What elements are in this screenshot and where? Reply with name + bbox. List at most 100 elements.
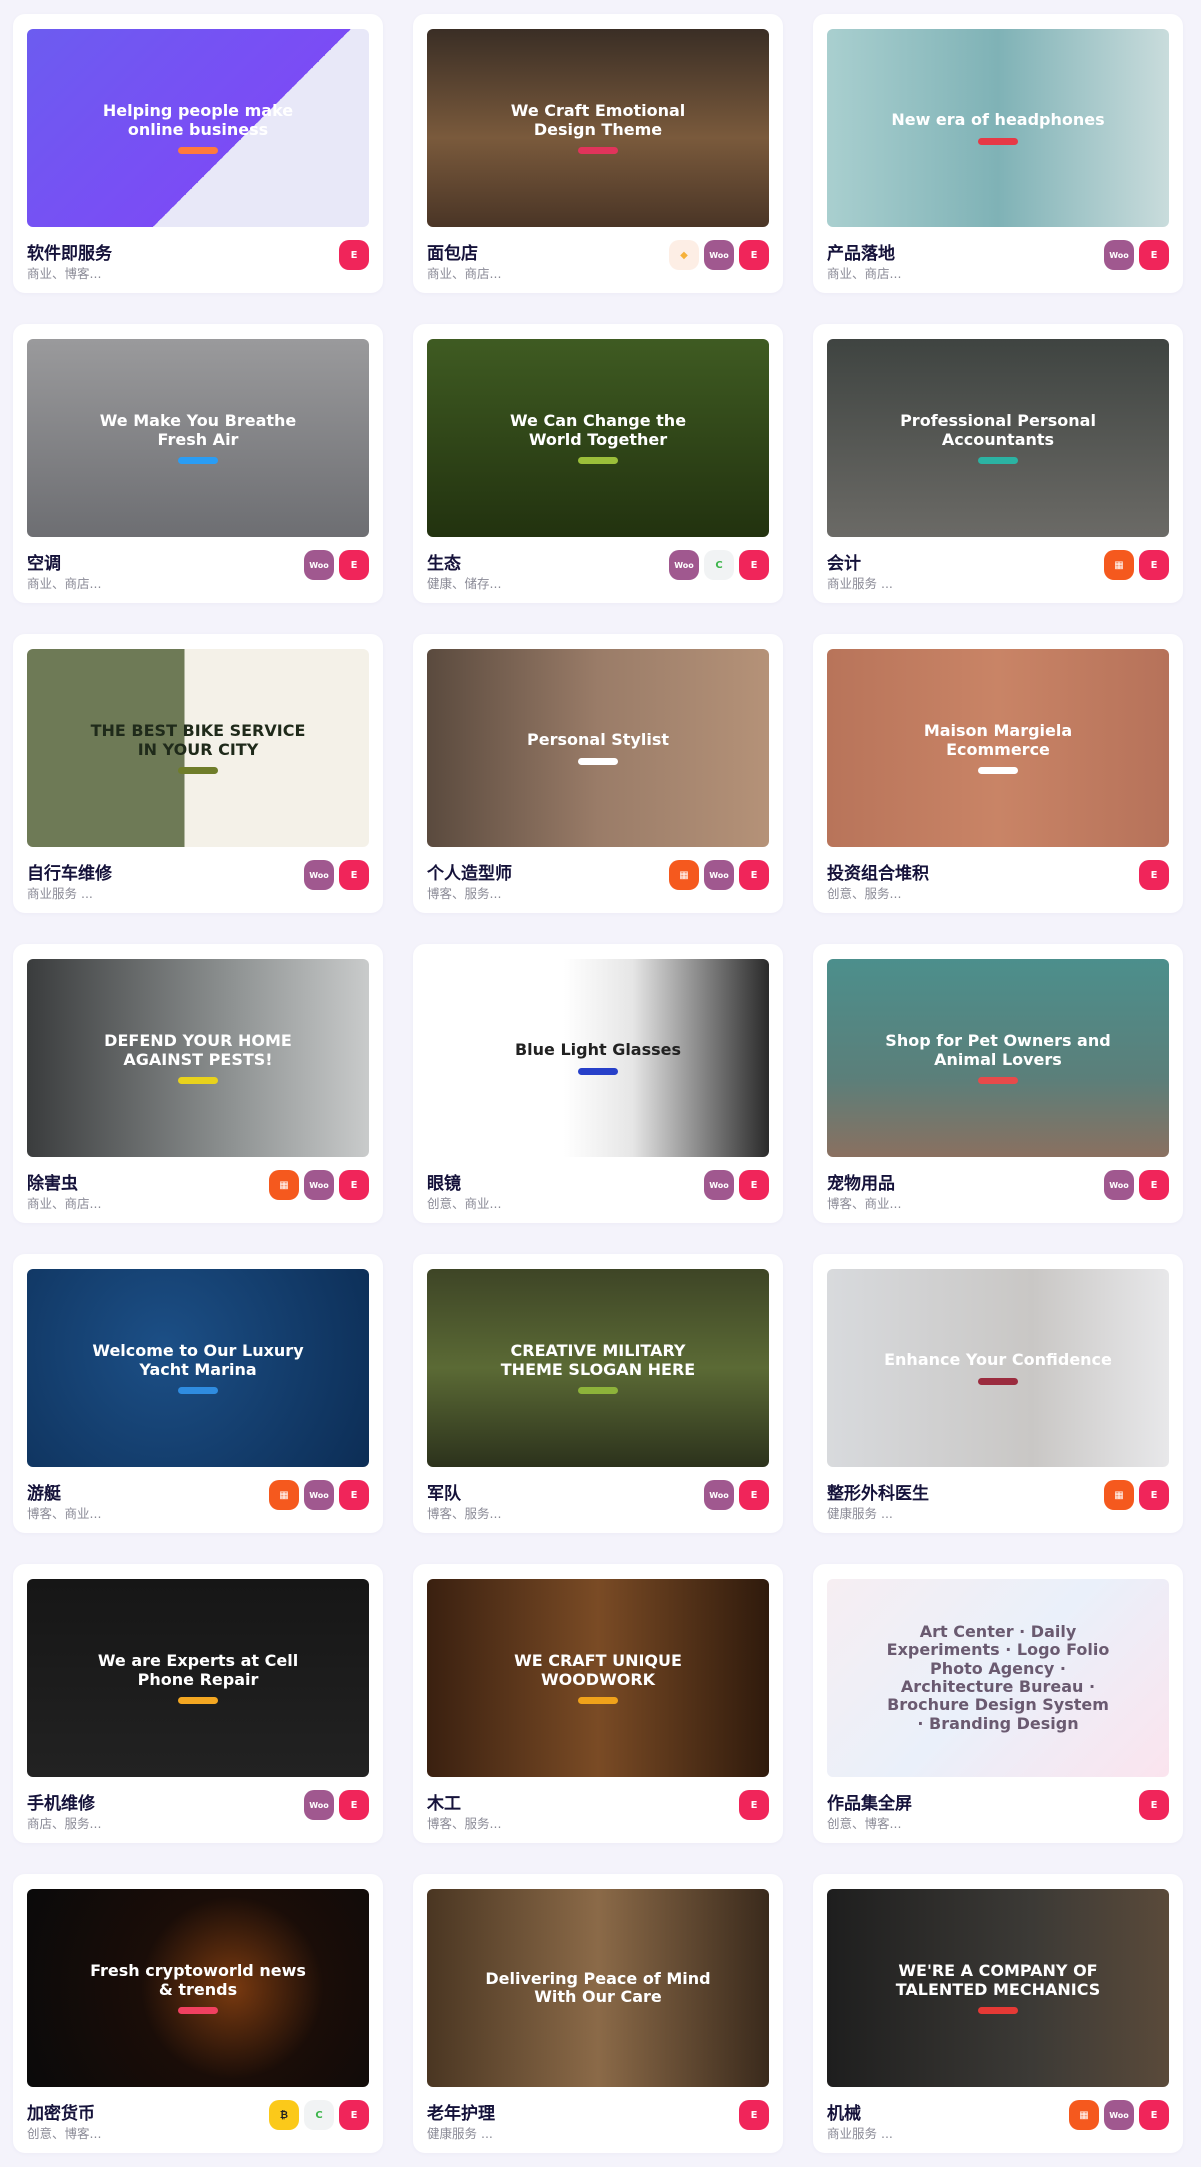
template-card[interactable]: We Make You Breathe Fresh Air 空调 商业、商店..…	[13, 324, 383, 603]
template-card[interactable]: Enhance Your Confidence 整形外科医生 健康服务 ... …	[813, 1254, 1183, 1533]
template-preview-image[interactable]: We are Experts at Cell Phone Repair	[27, 1579, 369, 1777]
calendar-icon: ▦	[269, 1170, 299, 1200]
sketch-icon: ◆	[669, 240, 699, 270]
template-card[interactable]: Maison Margiela Ecommerce 投资组合堆积 创意、服务..…	[813, 634, 1183, 913]
calendar-icon: ▦	[1069, 2100, 1099, 2130]
template-preview-image[interactable]: THE BEST BIKE SERVICE IN YOUR CITY	[27, 649, 369, 847]
woocommerce-icon: Woo	[704, 240, 734, 270]
template-card[interactable]: Personal Stylist 个人造型师 博客、服务... ▦ Woo E	[413, 634, 783, 913]
template-card[interactable]: We Craft Emotional Design Theme 面包店 商业、商…	[413, 14, 783, 293]
plugin-badges: Woo E	[704, 1170, 769, 1200]
template-title[interactable]: 整形外科医生	[827, 1479, 929, 1504]
plugin-badges: ▦ Woo E	[269, 1170, 369, 1200]
elementor-icon: E	[739, 860, 769, 890]
template-preview-image[interactable]: Art Center · Daily Experiments · Logo Fo…	[827, 1579, 1169, 1777]
template-title[interactable]: 加密货币	[27, 2099, 95, 2124]
template-card[interactable]: Fresh cryptoworld news & trends 加密货币 创意、…	[13, 1874, 383, 2153]
elementor-icon: E	[339, 2100, 369, 2130]
template-preview-image[interactable]: We Craft Emotional Design Theme	[427, 29, 769, 227]
preview-headline: DEFEND YOUR HOME AGAINST PESTS!	[104, 1031, 292, 1069]
template-preview-image[interactable]: Helping people make online business	[27, 29, 369, 227]
template-title[interactable]: 投资组合堆积	[827, 859, 929, 884]
elementor-icon: E	[1139, 550, 1169, 580]
template-title[interactable]: 空调	[27, 549, 61, 574]
template-title[interactable]: 产品落地	[827, 239, 895, 264]
preview-headline: We Craft Emotional Design Theme	[510, 101, 686, 139]
template-title[interactable]: 木工	[427, 1789, 461, 1814]
template-card[interactable]: New era of headphones 产品落地 商业、商店... Woo E	[813, 14, 1183, 293]
template-preview-image[interactable]: Maison Margiela Ecommerce	[827, 649, 1169, 847]
template-preview-image[interactable]: Fresh cryptoworld news & trends	[27, 1889, 369, 2087]
template-card[interactable]: Professional Personal Accountants 会计 商业服…	[813, 324, 1183, 603]
template-title[interactable]: 生态	[427, 549, 461, 574]
elementor-icon: E	[339, 1480, 369, 1510]
template-card[interactable]: Helping people make online business 软件即服…	[13, 14, 383, 293]
template-title[interactable]: 自行车维修	[27, 859, 112, 884]
plugin-badges: E	[739, 2100, 769, 2130]
preview-cta-button	[578, 456, 618, 464]
template-preview-image[interactable]: Welcome to Our Luxury Yacht Marina	[27, 1269, 369, 1467]
preview-cta-button	[978, 137, 1018, 145]
template-title[interactable]: 作品集全屏	[827, 1789, 912, 1814]
template-card[interactable]: THE BEST BIKE SERVICE IN YOUR CITY 自行车维修…	[13, 634, 383, 913]
template-preview-image[interactable]: Professional Personal Accountants	[827, 339, 1169, 537]
template-title[interactable]: 手机维修	[27, 1789, 95, 1814]
preview-cta-button	[578, 146, 618, 154]
template-card[interactable]: Blue Light Glasses 眼镜 创意、商业... Woo E	[413, 944, 783, 1223]
template-card[interactable]: We are Experts at Cell Phone Repair 手机维修…	[13, 1564, 383, 1843]
template-title[interactable]: 除害虫	[27, 1169, 78, 1194]
template-preview-image[interactable]: WE CRAFT UNIQUE WOODWORK	[427, 1579, 769, 1777]
preview-headline: Welcome to Our Luxury Yacht Marina	[92, 1341, 304, 1379]
template-preview-image[interactable]: Delivering Peace of Mind With Our Care	[427, 1889, 769, 2087]
template-preview-image[interactable]: WE'RE A COMPANY OF TALENTED MECHANICS	[827, 1889, 1169, 2087]
template-card[interactable]: CREATIVE MILITARY THEME SLOGAN HERE 军队 博…	[413, 1254, 783, 1533]
template-card[interactable]: WE CRAFT UNIQUE WOODWORK 木工 博客、服务... E	[413, 1564, 783, 1843]
elementor-icon: E	[339, 240, 369, 270]
template-tags: 商业服务 ...	[27, 886, 93, 901]
template-card[interactable]: Shop for Pet Owners and Animal Lovers 宠物…	[813, 944, 1183, 1223]
template-title[interactable]: 游艇	[27, 1479, 61, 1504]
template-tags: 商业服务 ...	[827, 2126, 893, 2141]
template-tags: 商业、商店...	[827, 266, 902, 281]
preview-headline: Shop for Pet Owners and Animal Lovers	[885, 1031, 1111, 1069]
template-preview-image[interactable]: Enhance Your Confidence	[827, 1269, 1169, 1467]
template-card[interactable]: Welcome to Our Luxury Yacht Marina 游艇 博客…	[13, 1254, 383, 1533]
template-title[interactable]: 软件即服务	[27, 239, 112, 264]
template-title[interactable]: 宠物用品	[827, 1169, 895, 1194]
template-title[interactable]: 面包店	[427, 239, 478, 264]
preview-cta-button	[578, 757, 618, 765]
plugin-badges: ▦ E	[1104, 550, 1169, 580]
elementor-icon: E	[739, 550, 769, 580]
template-preview-image[interactable]: Shop for Pet Owners and Animal Lovers	[827, 959, 1169, 1157]
template-title[interactable]: 老年护理	[427, 2099, 495, 2124]
woocommerce-icon: Woo	[304, 860, 334, 890]
plugin-badges: ₿ C E	[269, 2100, 369, 2130]
template-card[interactable]: WE'RE A COMPANY OF TALENTED MECHANICS 机械…	[813, 1874, 1183, 2153]
template-title[interactable]: 眼镜	[427, 1169, 461, 1194]
template-preview-image[interactable]: Personal Stylist	[427, 649, 769, 847]
template-preview-image[interactable]: CREATIVE MILITARY THEME SLOGAN HERE	[427, 1269, 769, 1467]
elementor-icon: E	[1139, 1170, 1169, 1200]
plugin-badges: ▦ Woo E	[669, 860, 769, 890]
template-title[interactable]: 会计	[827, 549, 861, 574]
preview-cta-button	[178, 146, 218, 154]
template-card[interactable]: DEFEND YOUR HOME AGAINST PESTS! 除害虫 商业、商…	[13, 944, 383, 1223]
template-title[interactable]: 军队	[427, 1479, 461, 1504]
plugin-badges: E	[1139, 1790, 1169, 1820]
template-card[interactable]: We Can Change the World Together 生态 健康、储…	[413, 324, 783, 603]
template-grid: Helping people make online business 软件即服…	[13, 14, 1183, 2153]
template-preview-image[interactable]: We Can Change the World Together	[427, 339, 769, 537]
preview-headline: THE BEST BIKE SERVICE IN YOUR CITY	[90, 721, 306, 759]
bitcoin-icon: ₿	[269, 2100, 299, 2130]
template-preview-image[interactable]: DEFEND YOUR HOME AGAINST PESTS!	[27, 959, 369, 1157]
template-card[interactable]: Delivering Peace of Mind With Our Care 老…	[413, 1874, 783, 2153]
template-title[interactable]: 机械	[827, 2099, 861, 2124]
template-card[interactable]: Art Center · Daily Experiments · Logo Fo…	[813, 1564, 1183, 1843]
template-preview-image[interactable]: We Make You Breathe Fresh Air	[27, 339, 369, 537]
template-preview-image[interactable]: New era of headphones	[827, 29, 1169, 227]
template-tags: 健康服务 ...	[827, 1506, 893, 1521]
template-title[interactable]: 个人造型师	[427, 859, 512, 884]
elementor-icon: E	[1139, 860, 1169, 890]
template-preview-image[interactable]: Blue Light Glasses	[427, 959, 769, 1157]
template-tags: 创意、博客...	[827, 1816, 902, 1831]
